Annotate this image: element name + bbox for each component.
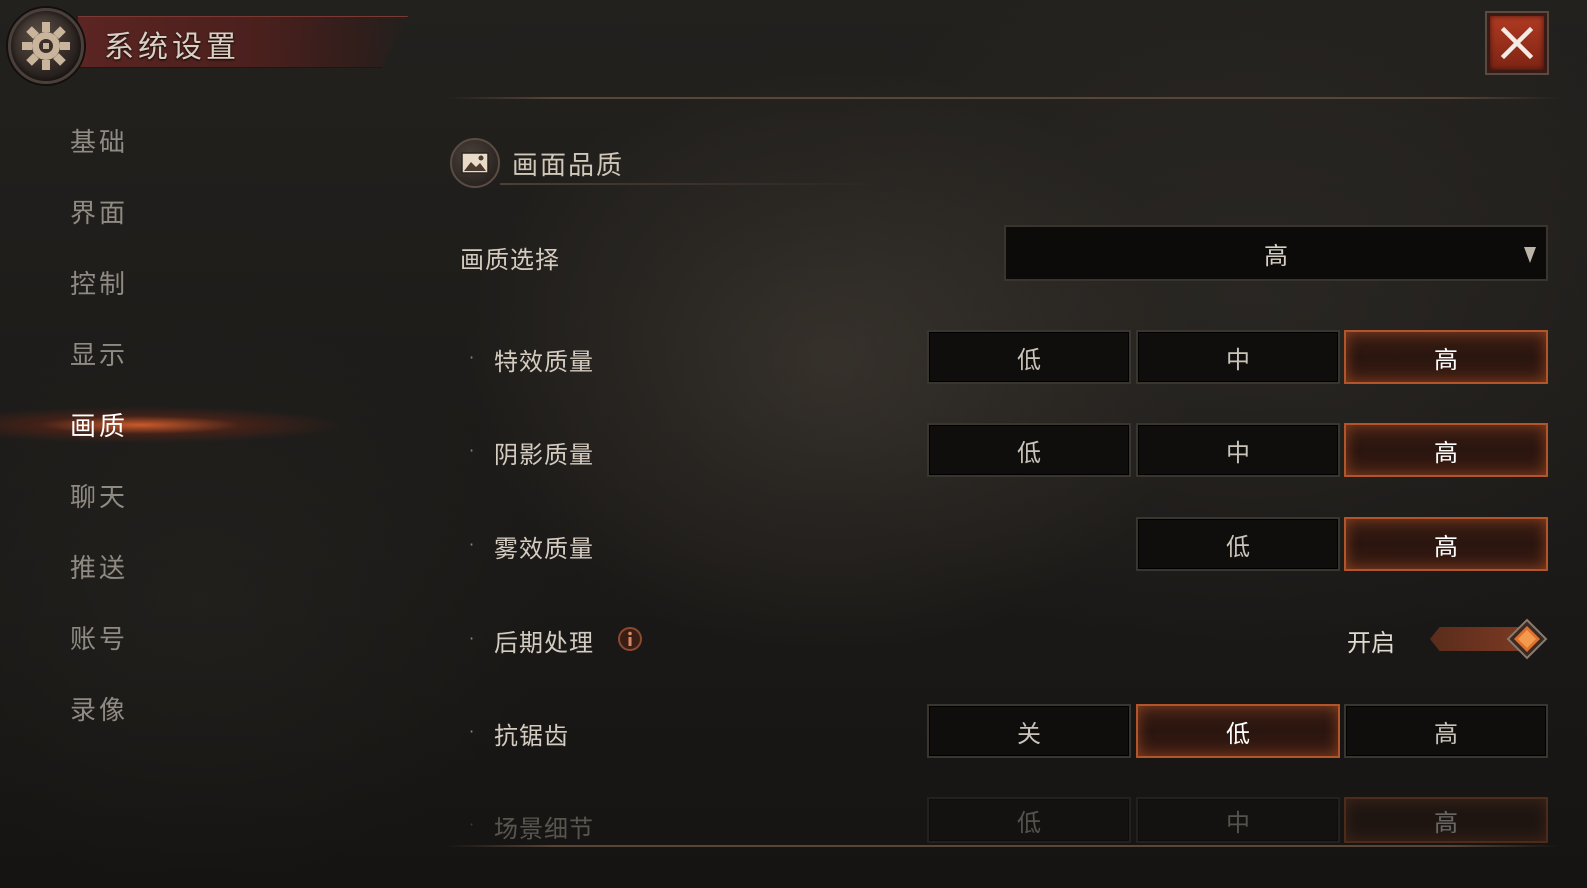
sidebar-item-display[interactable]: 显示 [0,318,400,389]
aa-option-high[interactable]: 高 [1344,704,1548,758]
effects-quality-label: 特效质量 [494,348,594,376]
shadow-option-high[interactable]: 高 [1344,423,1548,477]
bullet-dot: · [469,535,475,554]
sidebar-item-chat[interactable]: 聊天 [0,460,400,531]
post-processing-toggle[interactable] [1430,618,1548,660]
sidebar-item-label: 录像 [70,696,129,726]
scene-option-high[interactable]: 高 [1344,797,1548,843]
sidebar-item-control[interactable]: 控制 [0,247,400,318]
bullet-dot: · [469,348,475,367]
bullet-dot: · [469,722,475,741]
sidebar-item-replay[interactable]: 录像 [0,673,400,744]
sidebar-item-push[interactable]: 推送 [0,531,400,602]
scene-option-mid[interactable]: 中 [1136,797,1340,843]
quality-select-dropdown[interactable]: 高 [1004,225,1548,281]
fog-option-high[interactable]: 高 [1344,517,1548,571]
toggle-knob-icon [1506,618,1548,660]
info-icon[interactable] [617,626,643,656]
sidebar-item-basic[interactable]: 基础 [0,105,400,176]
effects-option-mid[interactable]: 中 [1136,330,1340,384]
sidebar-item-label: 显示 [70,341,129,371]
bullet-dot: · [469,629,475,648]
shadow-option-low[interactable]: 低 [927,423,1131,477]
scene-detail-label: 场景细节 [494,815,594,843]
shadow-option-mid[interactable]: 中 [1136,423,1340,477]
close-button[interactable] [1487,13,1547,73]
sidebar-item-label: 控制 [70,270,129,300]
section-underline [500,183,880,185]
effects-option-high[interactable]: 高 [1344,330,1548,384]
anti-aliasing-label: 抗锯齿 [494,722,569,750]
sidebar-item-account[interactable]: 账号 [0,602,400,673]
sidebar-item-label: 界面 [70,199,129,229]
section-title: 画面品质 [512,151,625,181]
fog-quality-label: 雾效质量 [494,535,594,563]
bullet-dot: · [469,441,475,460]
aa-option-off[interactable]: 关 [927,704,1131,758]
post-processing-label: 后期处理 [494,629,594,657]
divider-top [445,97,1560,99]
aa-option-low[interactable]: 低 [1136,704,1340,758]
sidebar-item-label: 推送 [70,554,129,584]
shadow-quality-label: 阴影质量 [494,441,594,469]
chevron-down-icon [1524,247,1536,263]
close-icon [1500,26,1534,60]
sidebar-item-interface[interactable]: 界面 [0,176,400,247]
title-bar: 系统设置 [0,0,430,95]
sidebar-item-label: 画质 [70,412,129,442]
fog-option-low[interactable]: 低 [1136,517,1340,571]
image-icon [450,138,500,188]
scene-option-low[interactable]: 低 [927,797,1131,843]
sidebar-item-graphics[interactable]: 画质 [0,389,400,460]
sidebar: 基础 界面 控制 显示 画质 聊天 推送 账号 录像 [0,105,400,744]
sidebar-item-label: 聊天 [70,483,129,513]
divider-bottom [445,845,1560,847]
effects-option-low[interactable]: 低 [927,330,1131,384]
sidebar-item-label: 基础 [70,128,129,158]
bullet-dot: · [469,815,475,834]
post-processing-state: 开启 [1347,629,1395,657]
sidebar-item-label: 账号 [70,625,129,655]
quality-select-value: 高 [1264,241,1288,270]
quality-select-label: 画质选择 [460,246,560,274]
gear-icon [8,8,84,84]
page-title: 系统设置 [104,30,240,65]
